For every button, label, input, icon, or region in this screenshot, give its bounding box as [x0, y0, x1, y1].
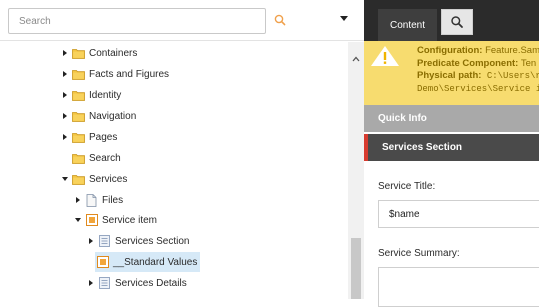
- section-icon: [98, 235, 111, 248]
- tree-item-label: Service item: [102, 214, 158, 226]
- folder-icon: [72, 152, 85, 165]
- tree-item-label: Navigation: [89, 110, 137, 122]
- tree-search-bar: [0, 0, 364, 41]
- folder-icon: [72, 89, 85, 102]
- search-button[interactable]: [266, 8, 296, 34]
- tree-item[interactable]: Services Section: [85, 231, 189, 251]
- service-summary-field[interactable]: [378, 267, 539, 307]
- service-title-label: Service Title:: [378, 181, 436, 192]
- magnifier-icon: [274, 14, 286, 26]
- quick-info-section-header[interactable]: Quick Info: [364, 105, 539, 132]
- folder-icon: [72, 173, 85, 186]
- tree-item[interactable]: Services: [59, 169, 127, 189]
- expand-arrow-icon[interactable]: [59, 127, 71, 147]
- tab-search[interactable]: [441, 9, 473, 35]
- tree-item-label: Search: [89, 152, 121, 164]
- expand-arrow-icon[interactable]: [59, 106, 71, 126]
- service-summary-label: Service Summary:: [378, 248, 460, 259]
- warning-path-value: C:\Users\ro: [486, 71, 539, 81]
- tree-item-label: Services Section: [115, 235, 190, 247]
- warning-path-continued: Demo\Services\Service i: [417, 83, 539, 94]
- expand-arrow-icon[interactable]: [59, 64, 71, 84]
- warning-triangle-icon: [371, 46, 399, 66]
- tree-item-label: __Standard Values: [113, 256, 198, 268]
- content-tree: Containers Facts and Figures Identity Navig…: [0, 42, 348, 299]
- tree-item[interactable]: __Standard Values: [95, 252, 201, 272]
- folder-icon: [72, 110, 85, 123]
- content-editor-pane: Content Configuration: Feature.Sam Predi…: [364, 0, 539, 307]
- service-title-field[interactable]: $name: [378, 200, 539, 228]
- tree-item[interactable]: Service item: [72, 210, 157, 230]
- search-input[interactable]: [8, 8, 266, 34]
- tree-item-label: Facts and Figures: [89, 68, 170, 80]
- tab-content[interactable]: Content: [378, 9, 437, 41]
- tree-item[interactable]: Identity: [59, 85, 121, 105]
- content-tree-pane: Containers Facts and Figures Identity Navig…: [0, 0, 364, 299]
- expand-arrow-icon[interactable]: [59, 85, 71, 105]
- tree-item-label: Identity: [89, 89, 122, 101]
- tree-item[interactable]: Services Details: [85, 273, 187, 293]
- warning-path-key: Physical path:: [417, 70, 482, 81]
- tree-item[interactable]: Files: [72, 190, 123, 210]
- template-icon: [96, 256, 109, 269]
- magnifier-icon: [451, 16, 463, 28]
- scrollbar-thumb[interactable]: [351, 238, 361, 299]
- tree-item[interactable]: Search: [59, 148, 121, 168]
- tree-item-label: Files: [102, 194, 124, 206]
- tree-item-label: Services Details: [115, 277, 187, 289]
- collapse-arrow-icon[interactable]: [59, 169, 71, 189]
- warning-config-value: Feature.Sam: [482, 45, 539, 56]
- folder-icon: [72, 47, 85, 60]
- warning-text: Configuration: Feature.Sam Predicate Com…: [417, 45, 539, 95]
- tree-item[interactable]: Navigation: [59, 106, 136, 126]
- tree-item[interactable]: Containers: [59, 43, 137, 63]
- tree-item[interactable]: Pages: [59, 127, 117, 147]
- warning-config-key: Configuration:: [417, 45, 483, 56]
- services-section-header[interactable]: Services Section: [364, 134, 539, 161]
- expand-arrow-icon[interactable]: [59, 43, 71, 63]
- warning-predicate-key: Predicate Component:: [417, 57, 519, 69]
- tree-item-label: Pages: [89, 131, 118, 143]
- tree-item-label: Containers: [89, 47, 138, 59]
- warning-predicate-value: Ten: [518, 57, 537, 69]
- tree-item[interactable]: Facts and Figures: [59, 64, 169, 84]
- caret-down-icon[interactable]: [340, 16, 348, 21]
- folder-icon: [72, 131, 85, 144]
- editor-tab-bar: Content: [364, 0, 539, 41]
- section-icon: [98, 277, 111, 290]
- tree-scrollbar[interactable]: [348, 42, 364, 299]
- expand-arrow-icon[interactable]: [85, 231, 97, 251]
- collapse-arrow-icon[interactable]: [72, 210, 84, 230]
- warning-banner: Configuration: Feature.Sam Predicate Com…: [364, 41, 539, 105]
- document-icon: [85, 193, 98, 207]
- expand-arrow-icon[interactable]: [85, 273, 97, 293]
- expand-arrow-icon[interactable]: [72, 190, 84, 210]
- folder-icon: [72, 68, 85, 81]
- tree-item-label: Services: [89, 173, 128, 185]
- template-icon: [85, 214, 98, 227]
- scroll-up-icon[interactable]: [352, 56, 360, 62]
